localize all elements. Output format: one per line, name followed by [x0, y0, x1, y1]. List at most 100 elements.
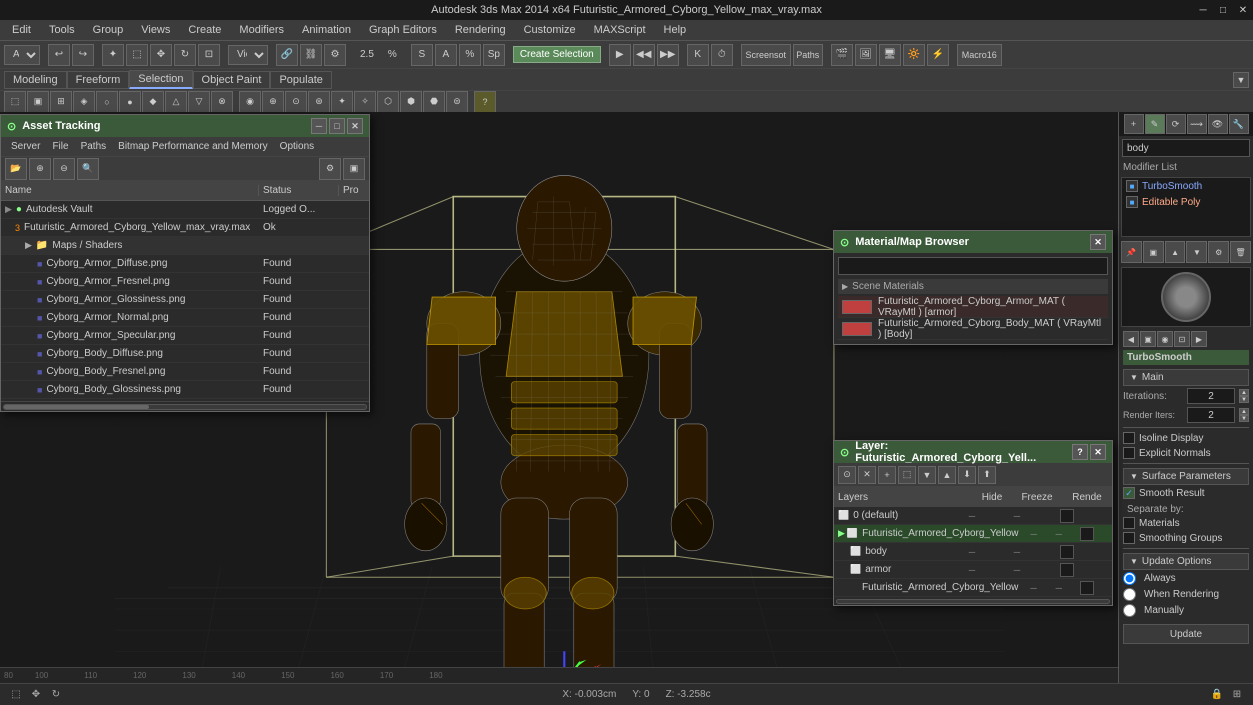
- sub-btn-14[interactable]: ⊛: [308, 91, 330, 113]
- asset-menu-bitmap[interactable]: Bitmap Performance and Memory: [112, 137, 274, 157]
- smooth-result-checkbox[interactable]: ✓: [1123, 487, 1135, 499]
- sub-btn-15[interactable]: ✦: [331, 91, 353, 113]
- iterations-up[interactable]: ▲: [1239, 389, 1249, 396]
- layer-row-default[interactable]: ⬜ 0 (default) ─ ─: [834, 507, 1112, 525]
- time-config-button[interactable]: ⏱: [711, 44, 733, 66]
- asset-row-maxfile[interactable]: 3 Futuristic_Armored_Cyborg_Yellow_max_v…: [1, 219, 369, 237]
- sub-btn-7[interactable]: ◆: [142, 91, 164, 113]
- explicit-normals-checkbox[interactable]: [1123, 447, 1135, 459]
- menu-modifiers[interactable]: Modifiers: [231, 20, 292, 40]
- link-button[interactable]: 🔗: [276, 44, 298, 66]
- tab-selection[interactable]: Selection: [129, 70, 192, 89]
- asset-row-vault[interactable]: ▶ ● Autodesk Vault Logged O...: [1, 201, 369, 219]
- asset-row-7[interactable]: ■ Cyborg_Body_Glossiness.png Found: [1, 381, 369, 399]
- delete-mod-button[interactable]: 🗑: [1230, 241, 1251, 263]
- render-iters-input[interactable]: [1187, 407, 1235, 423]
- tab-hierarchy[interactable]: ⟳: [1166, 114, 1186, 134]
- select-button[interactable]: ✦: [102, 44, 124, 66]
- scene-materials-section[interactable]: ▶ Scene Materials: [838, 279, 1108, 294]
- sub-btn-1[interactable]: ⬚: [4, 91, 26, 113]
- asset-row-3[interactable]: ■ Cyborg_Armor_Normal.png Found: [1, 309, 369, 327]
- asset-row-2[interactable]: ■ Cyborg_Armor_Glossiness.png Found: [1, 291, 369, 309]
- iterations-down[interactable]: ▼: [1239, 396, 1249, 403]
- menu-animation[interactable]: Animation: [294, 20, 359, 40]
- asset-row-6[interactable]: ■ Cyborg_Body_Fresnel.png Found: [1, 363, 369, 381]
- angle-snap-button[interactable]: A: [435, 44, 457, 66]
- asset-menu-server[interactable]: Server: [5, 137, 46, 157]
- sub-btn-6[interactable]: ●: [119, 91, 141, 113]
- render5-button[interactable]: ⚡: [927, 44, 949, 66]
- main-section-header[interactable]: ▼ Main: [1123, 369, 1249, 386]
- asset-tb-1[interactable]: 📂: [5, 158, 27, 180]
- modifier-editable-poly[interactable]: ■ Editable Poly: [1122, 194, 1250, 210]
- asset-menu-options[interactable]: Options: [274, 137, 320, 157]
- sub-btn-3[interactable]: ⊞: [50, 91, 72, 113]
- manually-radio[interactable]: [1123, 604, 1136, 617]
- undo-button[interactable]: ↩: [48, 44, 70, 66]
- materials-checkbox[interactable]: [1123, 517, 1135, 529]
- menu-graph-editors[interactable]: Graph Editors: [361, 20, 445, 40]
- nav-down[interactable]: ▼: [1186, 241, 1207, 263]
- layer-close-button[interactable]: ✕: [1090, 444, 1106, 460]
- tab-populate[interactable]: Populate: [270, 71, 331, 89]
- lock-icon[interactable]: 🔒: [1209, 687, 1225, 703]
- menu-group[interactable]: Group: [85, 20, 132, 40]
- menu-edit[interactable]: Edit: [4, 20, 39, 40]
- menu-views[interactable]: Views: [133, 20, 178, 40]
- asset-menu-file[interactable]: File: [46, 137, 74, 157]
- sub-btn-19[interactable]: ⬣: [423, 91, 445, 113]
- asset-row-maps-folder[interactable]: ▶ 📁 Maps / Shaders: [1, 237, 369, 255]
- asset-row-5[interactable]: ■ Cyborg_Body_Diffuse.png Found: [1, 345, 369, 363]
- percent-snap-button[interactable]: %: [459, 44, 481, 66]
- when-rendering-radio[interactable]: [1123, 588, 1136, 601]
- tab-freeform[interactable]: Freeform: [67, 71, 130, 89]
- sub-btn-11[interactable]: ◉: [239, 91, 261, 113]
- create-selection-button[interactable]: Create Selection: [513, 46, 601, 63]
- param-nav-2[interactable]: ▣: [1140, 331, 1156, 347]
- layer-tb-6[interactable]: ▲: [938, 466, 956, 484]
- macro16-button[interactable]: Macro16: [957, 44, 1002, 66]
- asset-close-button[interactable]: ✕: [347, 118, 363, 134]
- menu-create[interactable]: Create: [180, 20, 229, 40]
- param-nav-4[interactable]: ⊡: [1174, 331, 1190, 347]
- render3-button[interactable]: 🖥: [879, 44, 901, 66]
- smoothing-groups-checkbox[interactable]: [1123, 532, 1135, 544]
- layer-tb-7[interactable]: ⬇: [958, 466, 976, 484]
- layer-tb-3[interactable]: +: [878, 466, 896, 484]
- filter-dropdown[interactable]: All: [4, 45, 40, 65]
- asset-minimize-button[interactable]: ─: [311, 118, 327, 134]
- close-button[interactable]: ✕: [1233, 0, 1253, 20]
- minimize-button[interactable]: ─: [1193, 0, 1213, 20]
- layer-scroll-area[interactable]: [834, 597, 1112, 605]
- layer-tb-2[interactable]: ✕: [858, 466, 876, 484]
- surface-params-header[interactable]: ▼ Surface Parameters: [1123, 468, 1249, 485]
- mat-item-armor[interactable]: Futuristic_Armored_Cyborg_Armor_MAT ( VR…: [838, 296, 1108, 318]
- key-mode-button[interactable]: K: [687, 44, 709, 66]
- asset-maximize-button[interactable]: □: [329, 118, 345, 134]
- layer-row-armor[interactable]: ⬜ armor ─ ─: [834, 561, 1112, 579]
- ribbon-config-button[interactable]: ▼: [1233, 72, 1249, 88]
- sub-btn-17[interactable]: ⬡: [377, 91, 399, 113]
- tab-modeling[interactable]: Modeling: [4, 71, 67, 89]
- sub-btn-18[interactable]: ⬢: [400, 91, 422, 113]
- update-options-header[interactable]: ▼ Update Options: [1123, 553, 1249, 570]
- default-render-toggle[interactable]: [1060, 509, 1074, 523]
- modifier-params-scroll[interactable]: ◀ ▣ ◉ ⊡ ▶ TurboSmooth ▼ Main Ite: [1119, 329, 1253, 683]
- sub-btn-8[interactable]: △: [165, 91, 187, 113]
- tab-modify[interactable]: ✎: [1145, 114, 1165, 134]
- maximize-button[interactable]: □: [1213, 0, 1233, 20]
- asset-menu-paths[interactable]: Paths: [75, 137, 113, 157]
- layer-row-body[interactable]: ⬜ body ─ ─: [834, 543, 1112, 561]
- update-button[interactable]: Update: [1123, 624, 1249, 644]
- mat-close-button[interactable]: ✕: [1090, 234, 1106, 250]
- menu-help[interactable]: Help: [656, 20, 695, 40]
- asset-row-4[interactable]: ■ Cyborg_Armor_Specular.png Found: [1, 327, 369, 345]
- menu-rendering[interactable]: Rendering: [447, 20, 514, 40]
- sub-btn-help[interactable]: ?: [474, 91, 496, 113]
- param-nav-1[interactable]: ◀: [1123, 331, 1139, 347]
- modifier-turbosmooth[interactable]: ■ TurboSmooth: [1122, 178, 1250, 194]
- sub-btn-16[interactable]: ✧: [354, 91, 376, 113]
- spinner-snap-button[interactable]: Sp: [483, 44, 505, 66]
- sub-btn-5[interactable]: ○: [96, 91, 118, 113]
- layer-tb-8[interactable]: ⬆: [978, 466, 996, 484]
